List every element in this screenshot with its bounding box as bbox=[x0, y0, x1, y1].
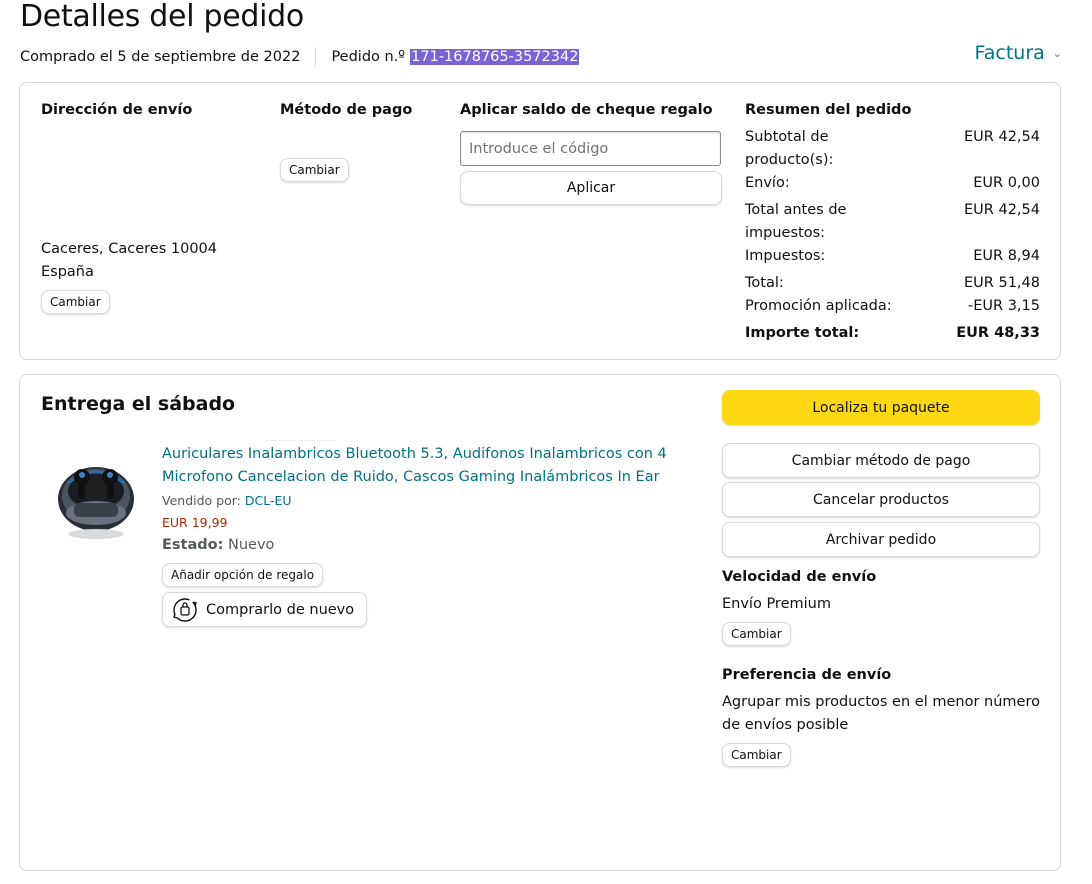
delivery-preference-value: Agrupar mis productos en el menor número… bbox=[722, 694, 1040, 733]
order-meta: Comprado el 5 de septiembre de 2022 Pedi… bbox=[20, 47, 580, 67]
cancel-items-button[interactable]: Cancelar productos bbox=[722, 482, 1040, 517]
payment-method-heading: Método de pago bbox=[280, 102, 413, 118]
change-address-button[interactable]: Cambiar bbox=[41, 290, 110, 314]
delivery-speed-value: Envío Premium bbox=[722, 596, 831, 612]
product-title-link[interactable]: Auriculares Inalambricos Bluetooth 5.3, … bbox=[162, 443, 682, 489]
order-summary-heading: Resumen del pedido bbox=[745, 102, 912, 118]
order-summary: Subtotal de producto(s): EUR 42,54 Envío… bbox=[745, 126, 1040, 345]
gift-card-heading: Aplicar saldo de cheque regalo bbox=[460, 102, 713, 118]
product-condition: Estado: Nuevo bbox=[162, 537, 275, 553]
track-package-button[interactable]: Localiza tu paquete bbox=[722, 390, 1040, 425]
product-price: EUR 19,99 bbox=[162, 515, 228, 530]
divider bbox=[315, 47, 317, 67]
summary-total-row: Importe total: EUR 48,33 bbox=[745, 325, 1040, 341]
seller-link[interactable]: DCL-EU bbox=[245, 493, 292, 508]
summary-row: Subtotal de producto(s): EUR 42,54 bbox=[745, 129, 1040, 168]
chevron-down-icon: ⌄ bbox=[1052, 46, 1062, 60]
product-image[interactable] bbox=[54, 441, 138, 551]
order-number[interactable]: 171-1678765-3572342 bbox=[410, 49, 580, 65]
summary-row: Total: EUR 51,48 bbox=[745, 275, 1040, 291]
shipment-box: Entrega el sábado Auriculares Inalambric… bbox=[19, 374, 1061, 871]
order-number-label: Pedido n.º bbox=[331, 49, 406, 65]
sold-by: Vendido por: DCL-EU bbox=[162, 493, 292, 508]
buy-again-icon bbox=[173, 597, 197, 622]
gift-code-input[interactable] bbox=[460, 131, 721, 166]
address-city: Caceres, Caceres 10004 bbox=[41, 241, 217, 257]
order-info-box: Dirección de envío Caceres, Caceres 1000… bbox=[19, 82, 1061, 360]
summary-row: Total antes de impuestos: EUR 42,54 bbox=[745, 202, 1040, 241]
address-country: España bbox=[41, 264, 94, 280]
archive-order-button[interactable]: Archivar pedido bbox=[722, 522, 1040, 557]
summary-row: Promoción aplicada: -EUR 3,15 bbox=[745, 298, 1040, 314]
delivery-preference-heading: Preferencia de envío bbox=[722, 667, 892, 683]
summary-row: Impuestos: EUR 8,94 bbox=[745, 248, 1040, 264]
page-title: Detalles del pedido bbox=[20, 0, 304, 34]
invoice-label: Factura bbox=[974, 42, 1045, 64]
change-delivery-preference-button[interactable]: Cambiar bbox=[722, 743, 791, 767]
delivery-speed-heading: Velocidad de envío bbox=[722, 569, 877, 585]
divider bbox=[265, 440, 335, 441]
delivery-heading: Entrega el sábado bbox=[41, 393, 236, 415]
shipping-address-heading: Dirección de envío bbox=[41, 102, 193, 118]
change-delivery-speed-button[interactable]: Cambiar bbox=[722, 622, 791, 646]
change-payment-button[interactable]: Cambiar bbox=[280, 158, 349, 182]
buy-again-button[interactable]: Comprarlo de nuevo bbox=[162, 592, 368, 627]
summary-row: Envío: EUR 0,00 bbox=[745, 175, 1040, 191]
change-payment-method-button[interactable]: Cambiar método de pago bbox=[722, 443, 1040, 478]
invoice-dropdown[interactable]: Factura ⌄ bbox=[975, 42, 1062, 64]
apply-button[interactable]: Aplicar bbox=[460, 171, 722, 205]
add-gift-option-button[interactable]: Añadir opción de regalo bbox=[162, 563, 324, 587]
purchase-date: Comprado el 5 de septiembre de 2022 bbox=[20, 49, 301, 65]
